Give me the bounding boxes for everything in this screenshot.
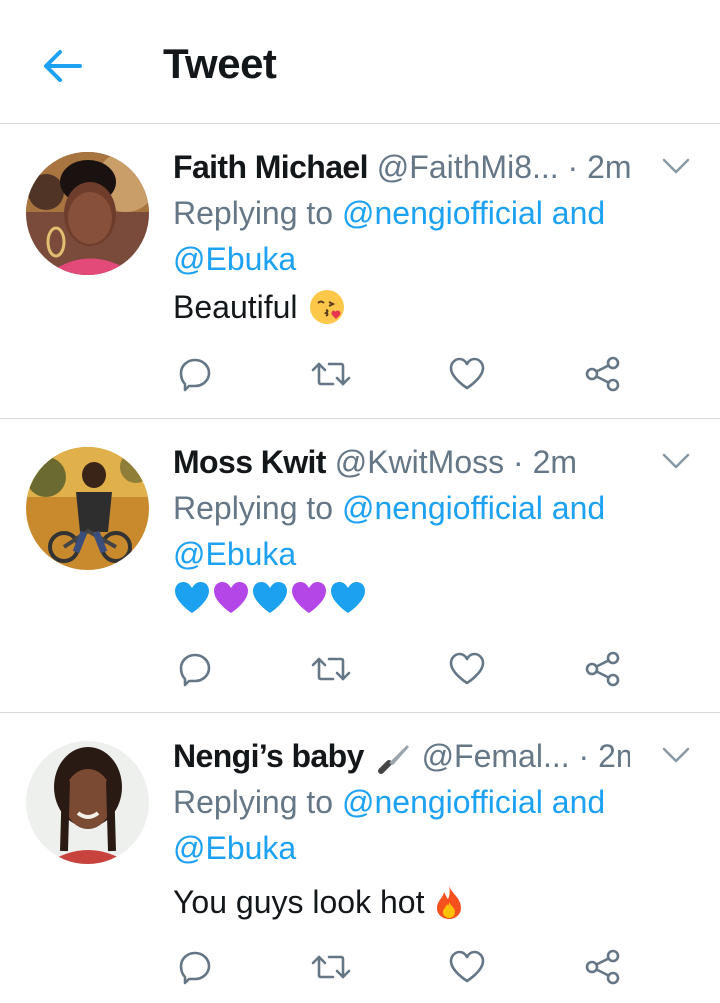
- tweet-text: You guys look hot: [173, 879, 464, 925]
- avatar[interactable]: [26, 741, 149, 864]
- replying-to: Replying to @nengiofficial and: [173, 190, 605, 236]
- replying-prefix: Replying to: [173, 784, 334, 820]
- retweet-icon: [311, 955, 351, 979]
- mention-join[interactable]: and: [552, 490, 605, 526]
- share-icon: [585, 356, 620, 392]
- tweet-header: Faith Michael @FaithMi8... · 2m: [173, 146, 630, 188]
- reply-icon: [179, 358, 211, 392]
- share-icon: [585, 949, 620, 985]
- replying-prefix: Replying to: [173, 195, 334, 231]
- timestamp[interactable]: 2m: [533, 444, 577, 480]
- chevron-down-icon: [662, 747, 690, 763]
- user-handle[interactable]: @KwitMoss: [335, 444, 504, 480]
- fire-emoji-icon: [437, 886, 462, 919]
- tweet-text-content: You guys look hot: [173, 884, 425, 920]
- reply-button[interactable]: [173, 647, 217, 691]
- mention-join[interactable]: and: [552, 195, 605, 231]
- back-arrow-icon: [44, 50, 82, 82]
- more-options-button[interactable]: [660, 743, 692, 767]
- tweet-actions: [173, 945, 633, 989]
- reply-tweet-3[interactable]: Nengi’s baby @Femal... · 2m Replying to …: [0, 713, 720, 1003]
- share-button[interactable]: [581, 945, 625, 989]
- mention-link[interactable]: @Ebuka: [173, 241, 296, 277]
- tweet-actions: [173, 647, 633, 691]
- replying-to: Replying to @nengiofficial and: [173, 779, 605, 825]
- retweet-icon: [311, 362, 351, 386]
- tweet-text: [173, 579, 369, 617]
- avatar[interactable]: [26, 152, 149, 275]
- tweet-header: Nengi’s baby @Femal... · 2m: [173, 735, 630, 777]
- separator-dot: ·: [578, 738, 590, 774]
- share-button[interactable]: [581, 647, 625, 691]
- tweet-text-content: Beautiful: [173, 289, 298, 325]
- avatar[interactable]: [26, 447, 149, 570]
- reply-tweet-2[interactable]: Moss Kwit @KwitMoss · 2m Replying to @ne…: [0, 419, 720, 713]
- replying-to-cont: @Ebuka: [173, 236, 296, 282]
- retweet-button[interactable]: [309, 647, 353, 691]
- mention-link[interactable]: @nengiofficial: [342, 490, 543, 526]
- user-handle[interactable]: @FaithMi8...: [377, 149, 559, 185]
- reply-button[interactable]: [173, 352, 217, 396]
- more-options-button[interactable]: [660, 154, 692, 178]
- display-name[interactable]: Faith Michael: [173, 149, 369, 185]
- separator-dot: ·: [513, 444, 524, 480]
- timestamp[interactable]: 2m: [598, 738, 630, 774]
- replying-to-cont: @Ebuka: [173, 531, 296, 577]
- chevron-down-icon: [662, 453, 690, 469]
- like-button[interactable]: [445, 945, 489, 989]
- more-options-button[interactable]: [660, 449, 692, 473]
- retweet-icon: [311, 657, 351, 681]
- heart-icon: [449, 950, 485, 983]
- back-button[interactable]: [36, 40, 88, 92]
- share-button[interactable]: [581, 352, 625, 396]
- top-bar: Tweet: [0, 0, 720, 124]
- mention-link[interactable]: @nengiofficial: [342, 195, 543, 231]
- hearts-emoji-icon: [175, 582, 365, 613]
- mention-link[interactable]: @Ebuka: [173, 830, 296, 866]
- mention-join[interactable]: and: [552, 784, 605, 820]
- mention-link[interactable]: @Ebuka: [173, 536, 296, 572]
- heart-icon: [449, 652, 485, 685]
- tweet-actions: [173, 352, 633, 396]
- page-title: Tweet: [163, 40, 277, 87]
- reply-icon: [179, 653, 211, 687]
- share-icon: [585, 651, 620, 687]
- replying-prefix: Replying to: [173, 490, 334, 526]
- like-button[interactable]: [445, 647, 489, 691]
- kiss-emoji-icon: [309, 290, 344, 324]
- knife-emoji-icon: [377, 744, 409, 774]
- replying-to-cont: @Ebuka: [173, 825, 296, 871]
- reply-icon: [179, 951, 211, 985]
- reply-tweet-1[interactable]: Faith Michael @FaithMi8... · 2m Replying…: [0, 124, 720, 419]
- replying-to: Replying to @nengiofficial and: [173, 485, 605, 531]
- tweet-header: Moss Kwit @KwitMoss · 2m: [173, 441, 630, 483]
- display-name[interactable]: Moss Kwit: [173, 444, 326, 480]
- separator-dot: ·: [567, 149, 579, 185]
- display-name[interactable]: Nengi’s baby: [173, 738, 364, 774]
- retweet-button[interactable]: [309, 352, 353, 396]
- heart-icon: [449, 357, 485, 390]
- user-handle[interactable]: @Femal...: [422, 738, 570, 774]
- mention-link[interactable]: @nengiofficial: [342, 784, 543, 820]
- timestamp[interactable]: 2m: [587, 149, 630, 185]
- tweet-text: Beautiful: [173, 284, 346, 330]
- retweet-button[interactable]: [309, 945, 353, 989]
- like-button[interactable]: [445, 352, 489, 396]
- reply-button[interactable]: [173, 945, 217, 989]
- chevron-down-icon: [662, 158, 690, 174]
